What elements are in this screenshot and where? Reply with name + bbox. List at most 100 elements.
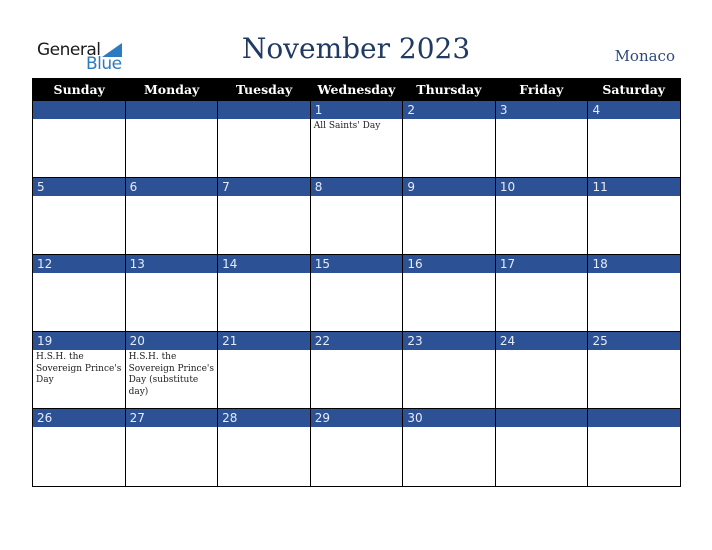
day-event (218, 350, 310, 409)
day-event (403, 273, 495, 332)
day-number: 9 (403, 178, 495, 196)
day-event (403, 350, 495, 409)
calendar-title: November 2023 (241, 32, 471, 65)
day-cell[interactable]: 8 (310, 178, 404, 255)
day-cell[interactable]: 11 (588, 178, 681, 255)
day-number: 12 (33, 255, 125, 273)
day-event (33, 427, 125, 486)
day-number: 3 (495, 101, 588, 119)
day-event: H.S.H. the Sovereign Prince's Day (subst… (125, 350, 218, 409)
day-cell[interactable]: 17 (495, 255, 589, 332)
week-row: 12 13 14 15 16 17 18 (33, 255, 681, 332)
day-cell[interactable] (33, 101, 126, 178)
day-event (403, 196, 495, 255)
weekday-header-row: Sunday Monday Tuesday Wednesday Thursday Frid… (33, 78, 680, 101)
day-cell[interactable]: 20 H.S.H. the Sovereign Prince's Day (sub… (125, 332, 219, 409)
day-cell[interactable]: 12 (33, 255, 126, 332)
day-event (218, 273, 310, 332)
day-event (33, 273, 125, 332)
day-event (218, 427, 310, 486)
day-cell[interactable]: 18 (588, 255, 681, 332)
day-number: 11 (588, 178, 681, 196)
day-number: 7 (218, 178, 310, 196)
day-cell[interactable]: 26 (33, 409, 126, 486)
weekday-header-thursday: Thursday (416, 82, 482, 97)
day-cell[interactable]: 2 (403, 101, 496, 178)
day-number: 28 (218, 409, 310, 427)
day-event (588, 350, 681, 409)
day-cell[interactable]: 13 (125, 255, 219, 332)
week-row: 26 27 28 29 30 (33, 409, 681, 486)
day-event (311, 427, 403, 486)
day-cell[interactable]: 30 (403, 409, 496, 486)
day-number: 17 (495, 255, 588, 273)
day-number: 26 (33, 409, 125, 427)
day-cell[interactable] (125, 101, 219, 178)
day-event (403, 427, 495, 486)
day-number: 19 (33, 332, 125, 350)
day-number: 2 (403, 101, 495, 119)
week-row: 19 H.S.H. the Sovereign Prince's Day 20 H.S… (33, 332, 681, 409)
day-event: All Saints' Day (310, 119, 403, 178)
day-number: 8 (310, 178, 403, 196)
day-cell[interactable]: 14 (218, 255, 311, 332)
day-cell[interactable]: 24 (495, 332, 589, 409)
day-number (33, 101, 125, 119)
week-row: 1 All Saints' Day 2 3 4 (33, 101, 681, 178)
day-event (495, 273, 588, 332)
day-cell[interactable]: 5 (33, 178, 126, 255)
day-cell[interactable]: 29 (310, 409, 404, 486)
day-cell[interactable]: 7 (218, 178, 311, 255)
day-number: 24 (495, 332, 588, 350)
day-number: 22 (310, 332, 403, 350)
day-number: 29 (310, 409, 403, 427)
day-cell[interactable] (588, 409, 681, 486)
day-cell[interactable]: 22 (310, 332, 404, 409)
day-event (588, 119, 681, 178)
day-cell[interactable] (218, 101, 311, 178)
day-cell[interactable]: 4 (588, 101, 681, 178)
day-cell[interactable]: 9 (403, 178, 496, 255)
weekday-header-friday: Friday (519, 82, 564, 97)
day-event (218, 119, 310, 178)
day-cell[interactable]: 25 (588, 332, 681, 409)
day-event (218, 196, 310, 255)
day-cell[interactable]: 3 (495, 101, 589, 178)
day-cell[interactable]: 1 All Saints' Day (310, 101, 404, 178)
day-cell[interactable]: 27 (125, 409, 219, 486)
day-number: 15 (310, 255, 403, 273)
day-cell[interactable]: 23 (403, 332, 496, 409)
day-cell[interactable]: 28 (218, 409, 311, 486)
day-number: 18 (588, 255, 681, 273)
day-event (125, 119, 218, 178)
day-event (495, 119, 588, 178)
day-event (310, 273, 403, 332)
day-number: 23 (403, 332, 495, 350)
day-cell[interactable] (495, 409, 589, 486)
day-event (125, 273, 218, 332)
weekday-header-saturday: Saturday (602, 82, 666, 97)
day-number: 25 (588, 332, 681, 350)
day-cell[interactable]: 6 (125, 178, 219, 255)
day-number: 30 (403, 409, 495, 427)
day-cell[interactable]: 15 (310, 255, 404, 332)
country-label: Monaco (614, 47, 675, 65)
day-event (496, 427, 588, 486)
day-number (218, 101, 310, 119)
day-event (588, 273, 681, 332)
day-number: 20 (125, 332, 218, 350)
weekday-header-tuesday: Tuesday (235, 82, 293, 97)
day-number: 1 (310, 101, 403, 119)
day-event (125, 196, 218, 255)
day-event (310, 196, 403, 255)
day-number: 10 (495, 178, 588, 196)
week-row: 5 6 7 8 9 10 11 (33, 178, 681, 255)
day-number: 6 (125, 178, 218, 196)
day-cell[interactable]: 10 (495, 178, 589, 255)
day-cell[interactable]: 19 H.S.H. the Sovereign Prince's Day (33, 332, 126, 409)
day-event: H.S.H. the Sovereign Prince's Day (33, 350, 125, 409)
day-number (588, 409, 681, 427)
day-event (588, 427, 680, 486)
day-cell[interactable]: 21 (218, 332, 311, 409)
day-cell[interactable]: 16 (403, 255, 496, 332)
